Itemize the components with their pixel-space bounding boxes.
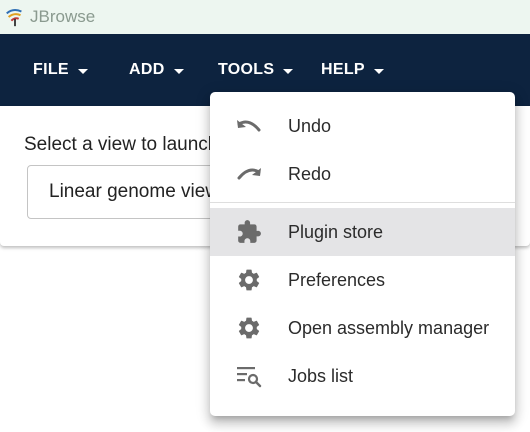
menu-item-jobs-list[interactable]: Jobs list	[210, 352, 515, 400]
list-search-icon	[234, 364, 264, 388]
menu-item-label: Redo	[288, 163, 332, 184]
gear-icon	[234, 268, 264, 292]
tools-menu-label: TOOLS	[218, 61, 275, 78]
chevron-down-icon	[373, 68, 384, 74]
menu-item-redo[interactable]: Redo	[210, 150, 515, 198]
menu-item-plugin-store[interactable]: Plugin store	[210, 208, 515, 256]
chevron-down-icon	[77, 68, 88, 74]
chevron-down-icon	[283, 68, 294, 74]
tools-dropdown-menu: Undo Redo Plugin store Preferences Open …	[210, 92, 515, 416]
window-title: JBrowse	[30, 7, 96, 26]
gear-icon	[234, 316, 264, 340]
menu-item-preferences[interactable]: Preferences	[210, 256, 515, 304]
menu-item-label: Preferences	[288, 269, 386, 290]
puzzle-icon	[234, 220, 264, 244]
file-menu-button[interactable]: FILE	[33, 34, 88, 106]
add-menu-label: ADD	[129, 61, 165, 78]
chevron-down-icon	[173, 68, 184, 74]
menu-item-label: Jobs list	[288, 365, 354, 386]
menu-item-open-assembly-manager[interactable]: Open assembly manager	[210, 304, 515, 352]
menu-item-label: Open assembly manager	[288, 317, 490, 338]
menu-item-label: Plugin store	[288, 221, 384, 242]
menu-divider	[210, 202, 515, 203]
window-titlebar: JBrowse	[0, 0, 530, 34]
menu-item-label: Undo	[288, 115, 332, 136]
launch-view-prompt: Select a view to launch	[24, 134, 219, 155]
file-menu-label: FILE	[33, 61, 69, 78]
undo-icon	[234, 114, 264, 138]
add-menu-button[interactable]: ADD	[129, 34, 184, 106]
help-menu-label: HELP	[321, 61, 365, 78]
menu-item-undo[interactable]: Undo	[210, 102, 515, 150]
jbrowse-logo-icon	[6, 9, 22, 27]
redo-icon	[234, 162, 264, 186]
